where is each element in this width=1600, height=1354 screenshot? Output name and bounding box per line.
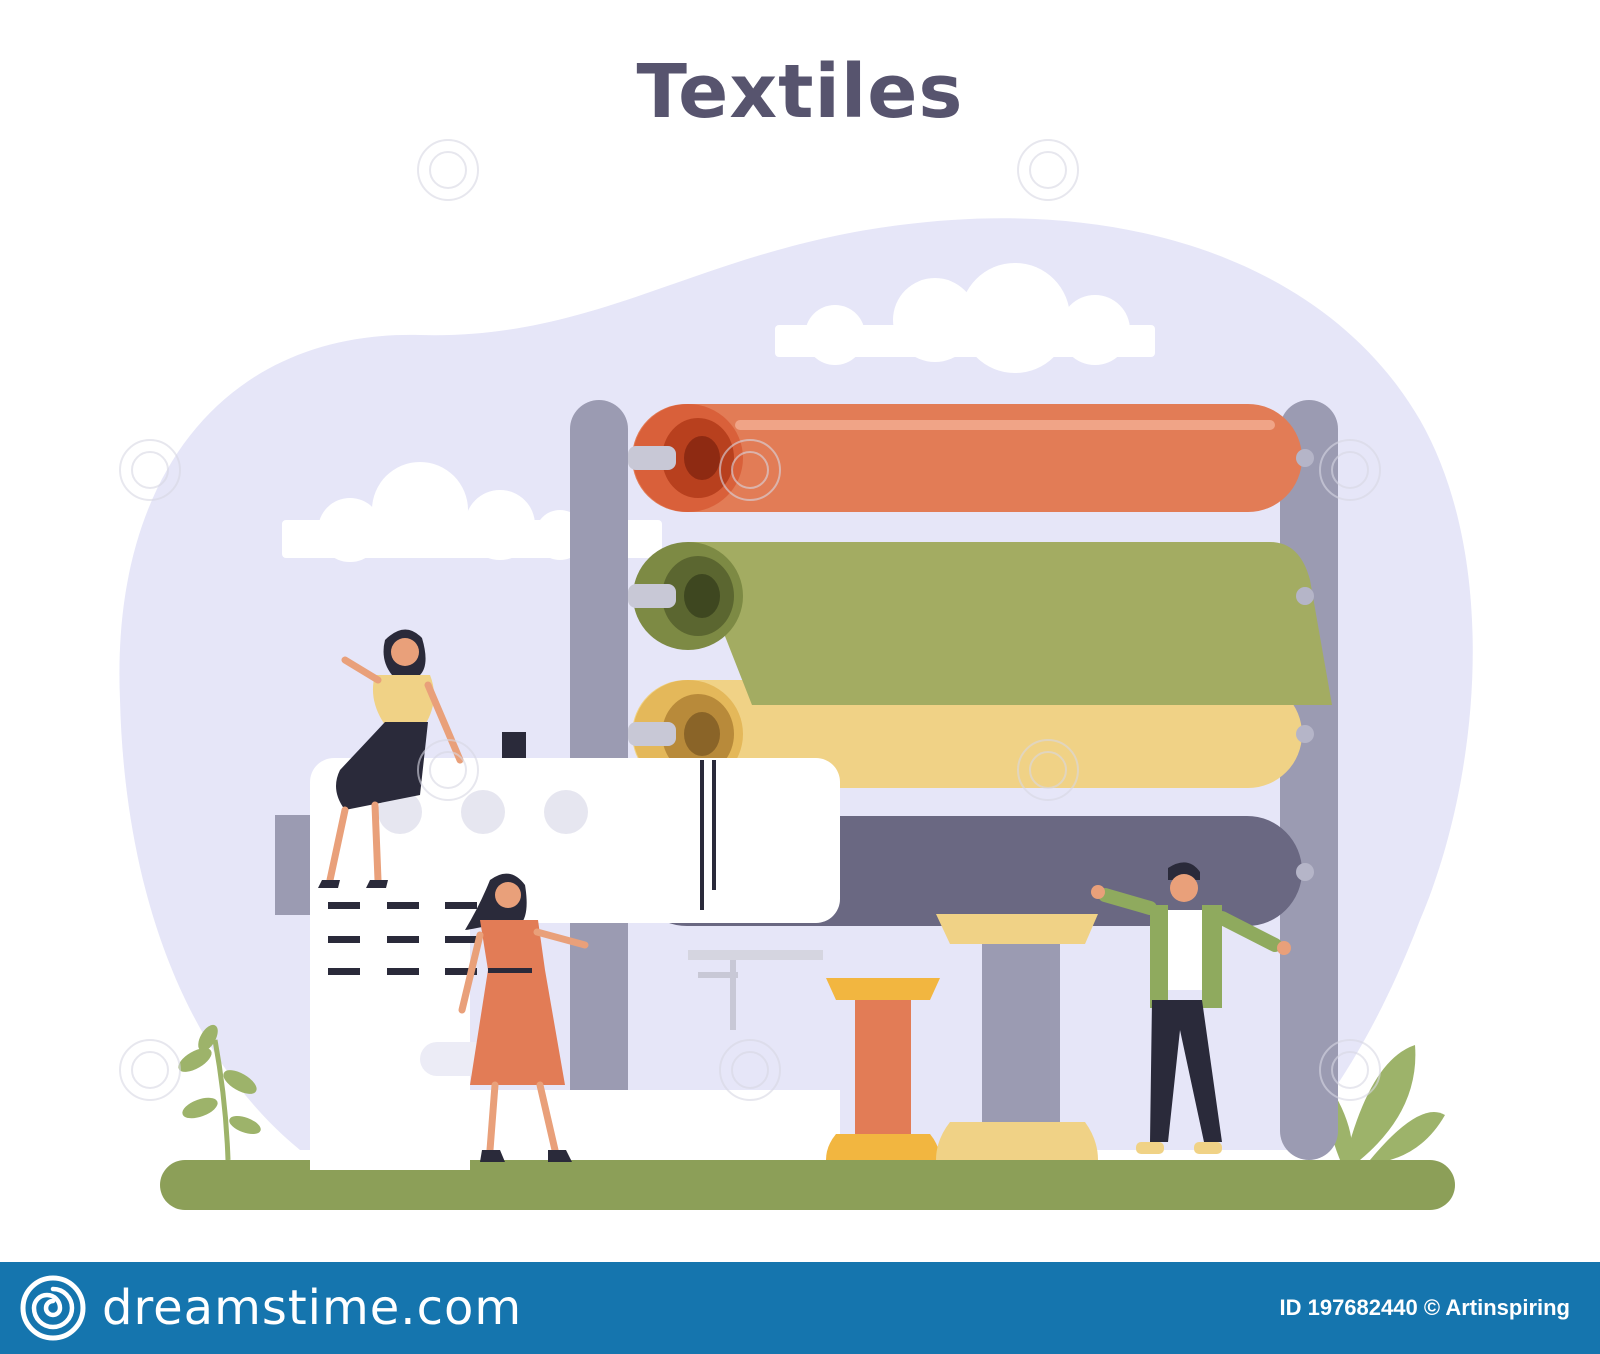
brand-name: dreamstime.com: [102, 1280, 523, 1336]
frame-post-right: [1280, 400, 1338, 1160]
brand[interactable]: dreamstime.com: [20, 1275, 522, 1341]
textile-illustration: [119, 139, 1473, 1210]
dreamstime-logo-icon: [20, 1275, 86, 1341]
fabric-roll-orange: [628, 404, 1302, 512]
image-credit: ID 197682440 © Artinspiring: [1279, 1295, 1570, 1320]
footer-bar: dreamstime.com ID 197682440 © Artinspiri…: [0, 1262, 1600, 1354]
